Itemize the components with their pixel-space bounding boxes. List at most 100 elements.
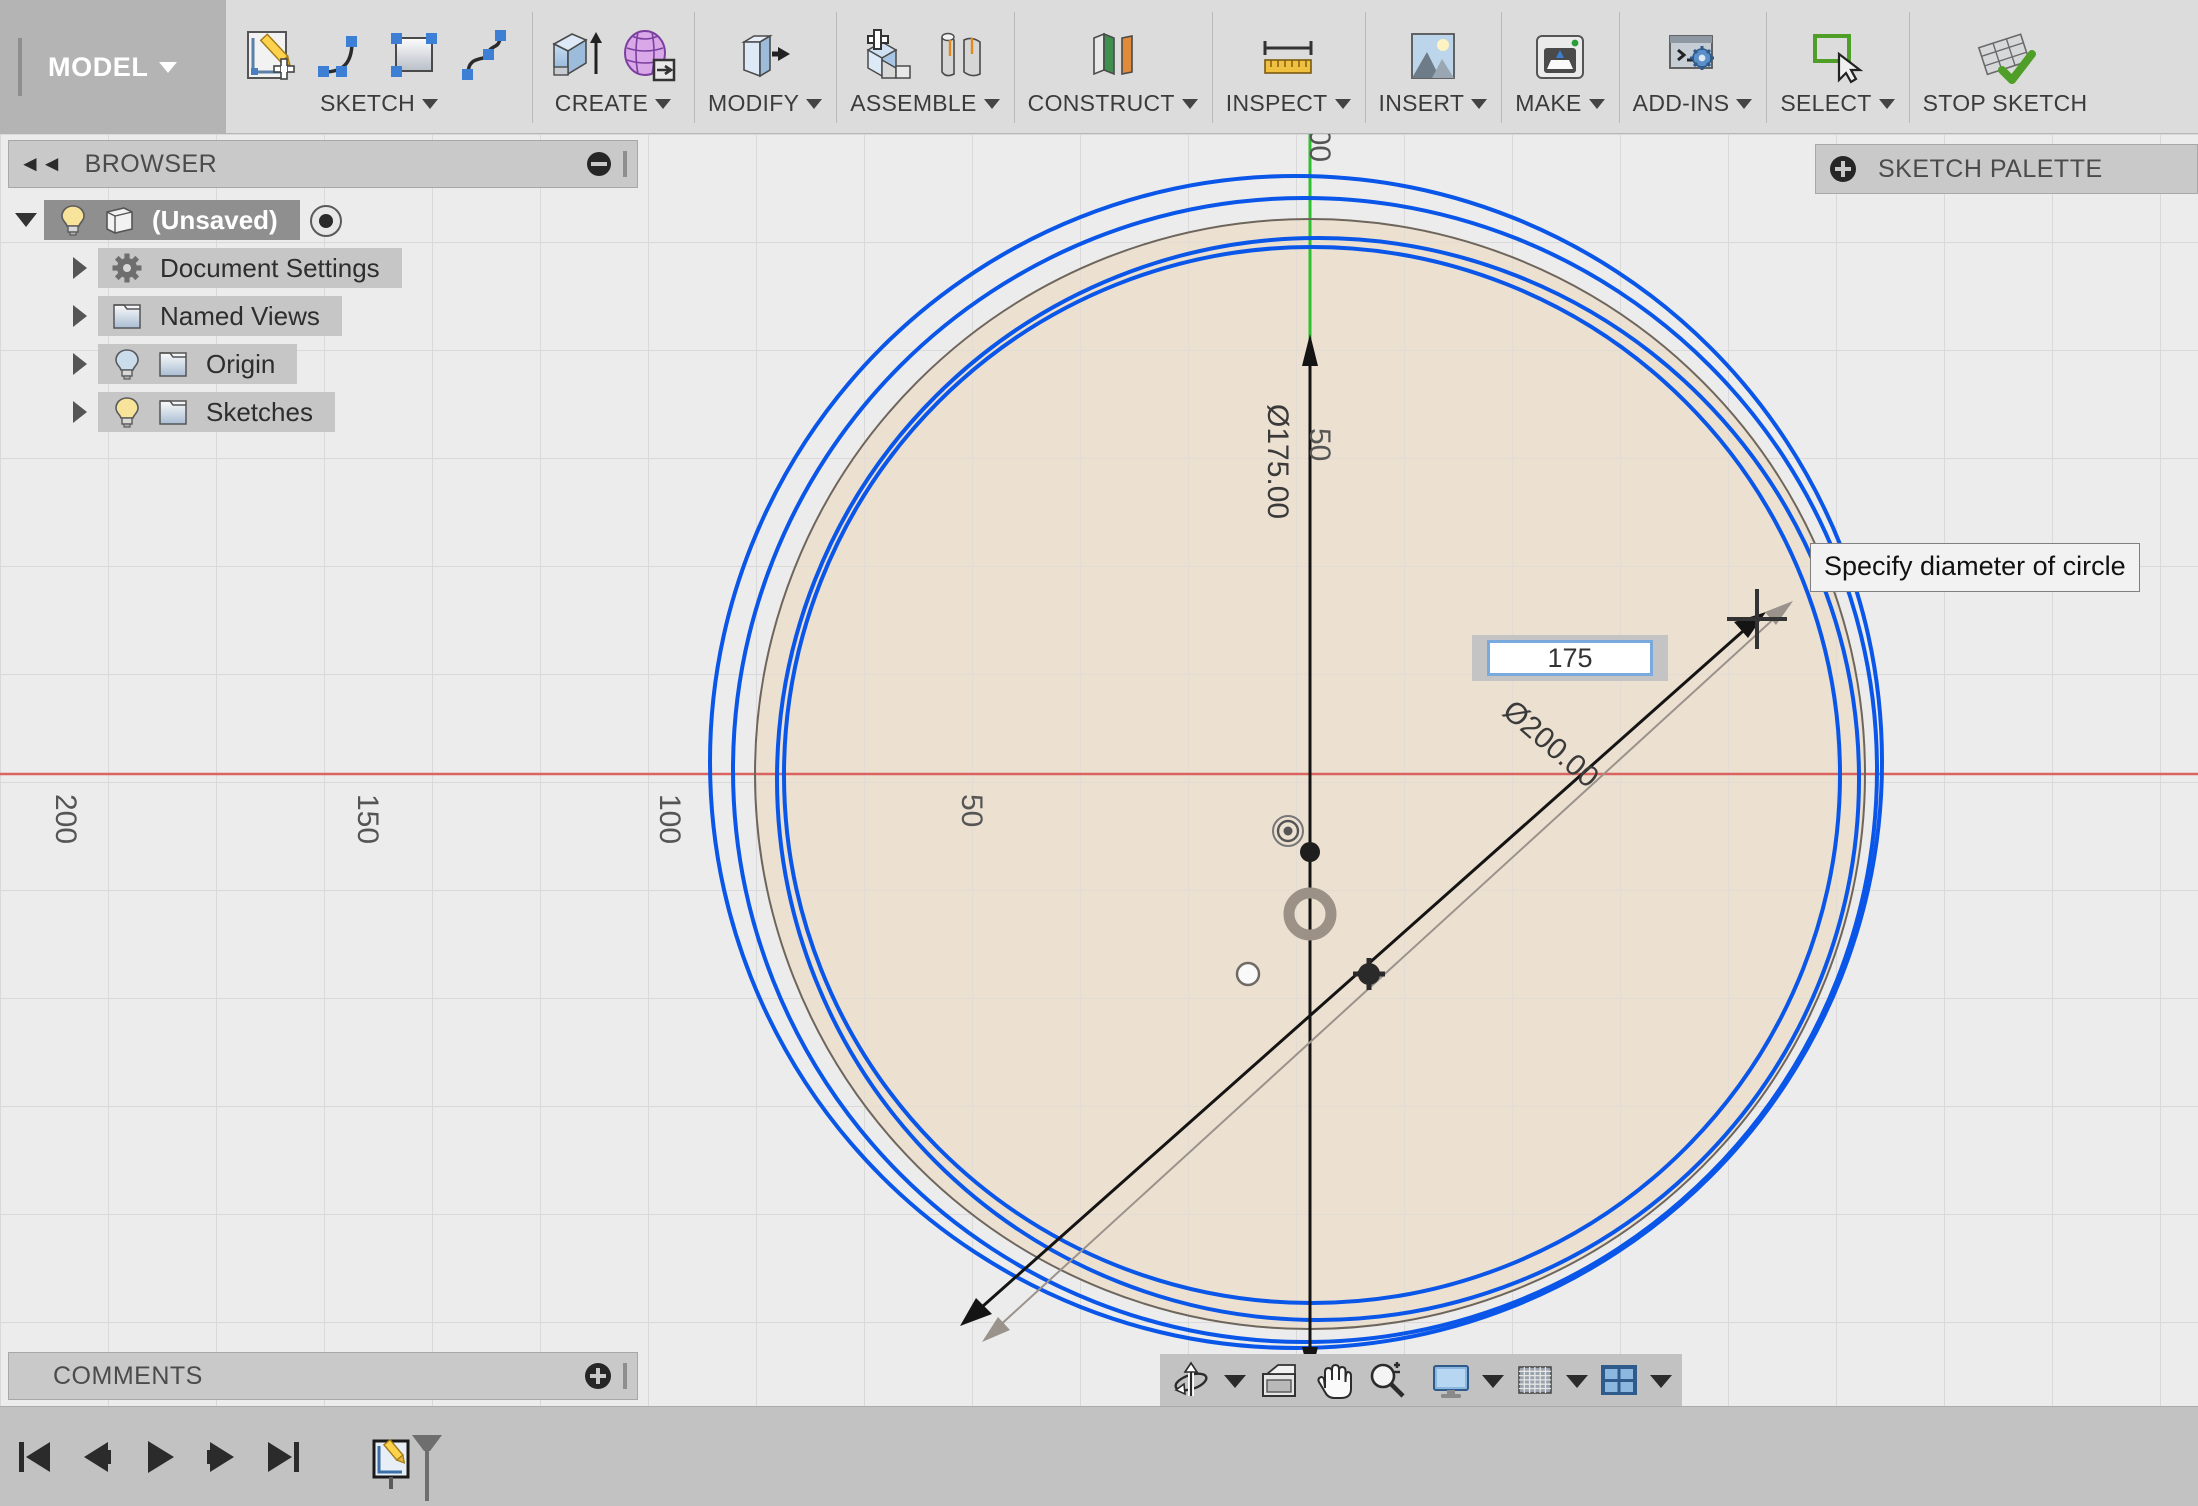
extrude-icon[interactable] <box>546 26 608 88</box>
lightbulb-icon[interactable] <box>56 203 90 237</box>
workspace-label: MODEL <box>48 52 149 83</box>
sketch-palette-title: SKETCH PALETTE <box>1878 155 2103 184</box>
ribbon-group-label-stop-sketch[interactable]: STOP SKETCH <box>1923 90 2088 117</box>
plus-circle-icon[interactable] <box>1830 156 1856 182</box>
chevron-down-icon[interactable] <box>1482 1375 1504 1388</box>
press-pull-icon[interactable] <box>734 26 796 88</box>
chevron-down-icon[interactable] <box>1650 1375 1672 1388</box>
panel-resize-grip[interactable] <box>623 151 627 177</box>
look-at-icon[interactable] <box>1258 1360 1300 1402</box>
play-icon[interactable] <box>138 1433 180 1481</box>
chevron-down-icon[interactable] <box>1736 99 1752 109</box>
ribbon-group-stop-sketch[interactable]: STOP SKETCH <box>1909 0 2102 133</box>
tree-row-root[interactable]: (Unsaved) <box>8 196 638 244</box>
skip-to-beginning-icon[interactable] <box>14 1433 56 1481</box>
select-icon[interactable] <box>1806 26 1868 88</box>
ribbon-group-label-inspect[interactable]: INSPECT <box>1226 90 1351 117</box>
ribbon-group-label-insert[interactable]: INSERT <box>1379 90 1488 117</box>
dimension-value-input[interactable]: 175 <box>1487 640 1653 676</box>
sketch-palette-header[interactable]: SKETCH PALETTE <box>1815 144 2198 194</box>
minus-circle-icon[interactable] <box>587 152 611 176</box>
panel-resize-grip[interactable] <box>623 1363 627 1389</box>
ribbon-group-label-construct[interactable]: CONSTRUCT <box>1028 90 1198 117</box>
chevron-down-icon[interactable] <box>1879 99 1895 109</box>
chevron-down-icon[interactable] <box>984 99 1000 109</box>
browser-panel-header[interactable]: ◄◄ BROWSER <box>8 140 638 188</box>
chevron-right-icon[interactable] <box>62 353 98 375</box>
chevron-down-icon[interactable] <box>8 213 44 227</box>
double-left-arrow-icon[interactable]: ◄◄ <box>19 153 63 175</box>
tree-row-origin[interactable]: Origin <box>8 340 638 388</box>
insert-image-icon[interactable] <box>1402 26 1464 88</box>
sketch-point-center-marker <box>1273 816 1303 846</box>
ribbon-group-modify: MODIFY <box>694 0 836 133</box>
tree-label-named-views: Named Views <box>160 301 320 332</box>
measure-icon[interactable] <box>1257 26 1319 88</box>
offset-plane-icon[interactable] <box>1082 26 1144 88</box>
timeline-playhead[interactable] <box>410 1433 444 1481</box>
create-form-icon[interactable] <box>618 26 680 88</box>
chevron-down-icon[interactable] <box>1335 99 1351 109</box>
tree-chip-named-views[interactable]: Named Views <box>98 296 342 336</box>
scripts-addins-icon[interactable] <box>1662 26 1724 88</box>
comments-panel-header[interactable]: COMMENTS <box>8 1352 638 1400</box>
chevron-right-icon[interactable] <box>62 305 98 327</box>
ribbon-group-label-create[interactable]: CREATE <box>555 90 671 117</box>
chevron-down-icon[interactable] <box>422 99 438 109</box>
display-settings-icon[interactable] <box>1430 1360 1472 1402</box>
grid-snaps-icon[interactable] <box>1514 1360 1556 1402</box>
stop-sketch-icon[interactable] <box>1974 26 2036 88</box>
radio-target-icon[interactable] <box>308 203 342 237</box>
chevron-down-icon[interactable] <box>806 99 822 109</box>
step-back-icon[interactable] <box>76 1433 118 1481</box>
step-forward-icon[interactable] <box>200 1433 242 1481</box>
ribbon-group-label-make[interactable]: MAKE <box>1515 90 1604 117</box>
ribbon-group-label-assemble[interactable]: ASSEMBLE <box>850 90 999 117</box>
chevron-down-icon[interactable] <box>1182 99 1198 109</box>
orbit-icon[interactable] <box>1170 1360 1212 1402</box>
ribbon-group-label-sketch[interactable]: SKETCH <box>320 90 438 117</box>
workspace-switcher[interactable]: MODEL <box>0 0 226 134</box>
chevron-right-icon[interactable] <box>62 401 98 423</box>
sketch-point-open <box>1237 963 1259 985</box>
tree-chip-document-settings[interactable]: Document Settings <box>98 248 402 288</box>
tree-chip-root[interactable]: (Unsaved) <box>44 200 300 240</box>
create-sketch-icon[interactable] <box>240 26 302 88</box>
tree-row-sketches[interactable]: Sketches <box>8 388 638 436</box>
chevron-down-icon[interactable] <box>1589 99 1605 109</box>
lightbulb-icon[interactable] <box>110 395 144 429</box>
chevron-down-icon[interactable] <box>1566 1375 1588 1388</box>
new-component-icon[interactable] <box>858 26 920 88</box>
ribbon-group-label-addins[interactable]: ADD-INS <box>1633 90 1753 117</box>
timeline-bar[interactable] <box>0 1406 2198 1506</box>
tree-row-document-settings[interactable]: Document Settings <box>8 244 638 292</box>
ribbon-group-sketch: SKETCH <box>226 0 532 133</box>
skip-to-end-icon[interactable] <box>262 1433 304 1481</box>
chevron-down-icon[interactable] <box>159 62 177 73</box>
rectangle-icon[interactable] <box>384 26 446 88</box>
spline-icon[interactable] <box>456 26 518 88</box>
zoom-icon[interactable] <box>1366 1360 1408 1402</box>
3d-print-icon[interactable] <box>1529 26 1591 88</box>
ribbon-group-label-modify[interactable]: MODIFY <box>708 90 822 117</box>
arc-icon[interactable] <box>312 26 374 88</box>
display-settings-toolbar[interactable] <box>1420 1354 1682 1408</box>
lightbulb-icon[interactable] <box>110 347 144 381</box>
tree-chip-origin[interactable]: Origin <box>98 344 297 384</box>
plus-circle-icon[interactable] <box>585 1363 611 1389</box>
vertical-dimension-text[interactable]: Ø175.00 <box>1260 404 1294 519</box>
chevron-down-icon[interactable] <box>655 99 671 109</box>
viewports-icon[interactable] <box>1598 1360 1640 1402</box>
joint-icon[interactable] <box>930 26 992 88</box>
chevron-down-icon[interactable] <box>1471 99 1487 109</box>
chevron-down-icon[interactable] <box>1224 1375 1246 1388</box>
tree-row-named-views[interactable]: Named Views <box>8 292 638 340</box>
dimension-input-wrapper[interactable]: 175 <box>1472 635 1668 681</box>
tree-chip-sketches[interactable]: Sketches <box>98 392 335 432</box>
ruler-label-y-50: 50 <box>1302 428 1336 461</box>
ribbon-group-label-select[interactable]: SELECT <box>1780 90 1894 117</box>
ribbon-group-inspect: INSPECT <box>1212 0 1365 133</box>
chevron-right-icon[interactable] <box>62 257 98 279</box>
ribbon-group-addins: ADD-INS <box>1619 0 1767 133</box>
pan-hand-icon[interactable] <box>1312 1360 1354 1402</box>
